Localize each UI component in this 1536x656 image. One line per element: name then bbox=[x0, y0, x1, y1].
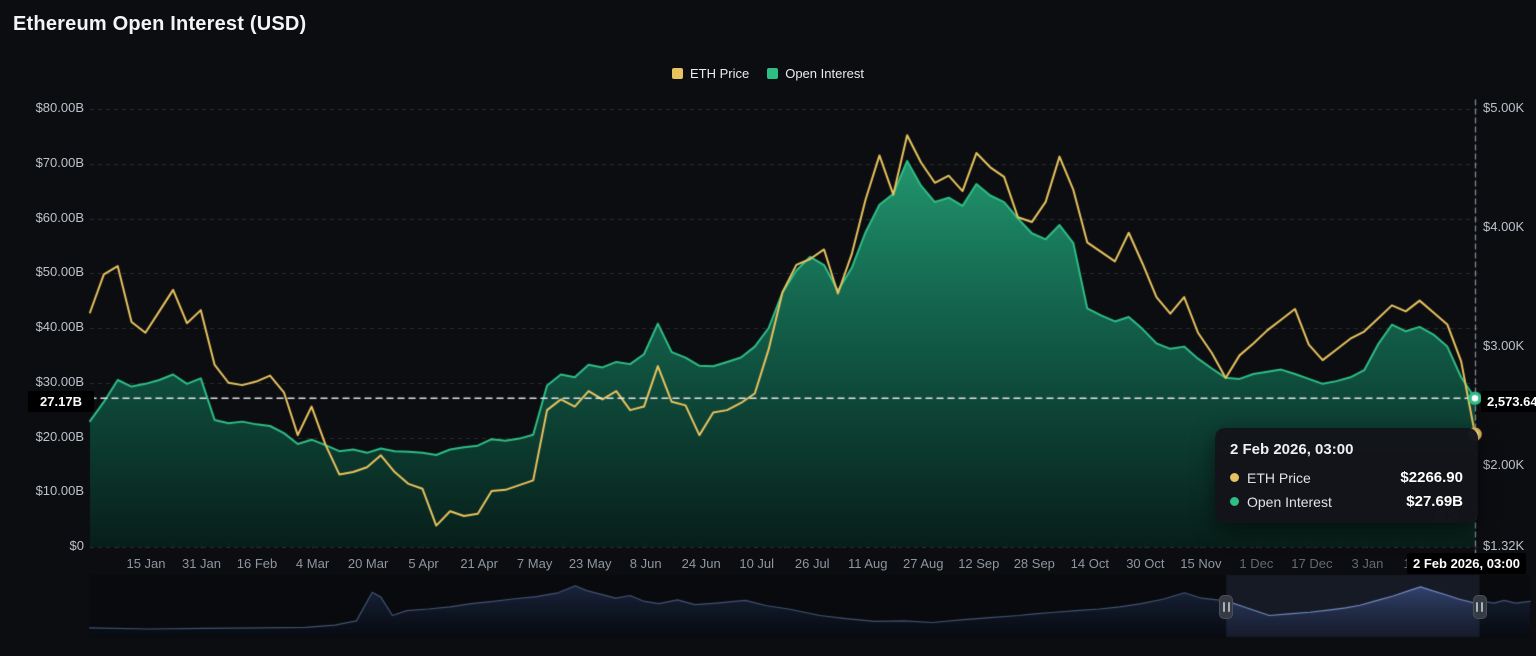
chart-tooltip: 2 Feb 2026, 03:00 ETH Price $2266.90 Ope… bbox=[1215, 428, 1478, 523]
y-axis-label-left: $80.00B bbox=[4, 100, 84, 115]
legend-label: Open Interest bbox=[785, 66, 864, 81]
tooltip-label: ETH Price bbox=[1247, 470, 1311, 486]
handle-grip-icon bbox=[1228, 602, 1230, 612]
tooltip-timestamp: 2 Feb 2026, 03:00 bbox=[1230, 441, 1463, 458]
y-axis-label-left: $0 bbox=[4, 538, 84, 553]
navigator-left-handle[interactable] bbox=[1219, 595, 1233, 619]
oi-current-value-badge: 27.17B bbox=[28, 391, 94, 412]
page-title: Ethereum Open Interest (USD) bbox=[13, 13, 306, 36]
legend-label: ETH Price bbox=[690, 66, 749, 81]
y-axis-label-right: $1.32K bbox=[1483, 538, 1535, 553]
y-axis-label-left: $40.00B bbox=[4, 319, 84, 334]
y-axis-label-left: $70.00B bbox=[4, 155, 84, 170]
legend-item-open-interest[interactable]: Open Interest bbox=[767, 66, 864, 81]
y-axis-label-left: $20.00B bbox=[4, 429, 84, 444]
y-axis-label-left: $50.00B bbox=[4, 264, 84, 279]
tooltip-label: Open Interest bbox=[1247, 494, 1332, 510]
y-axis-label-right: $5.00K bbox=[1483, 100, 1535, 115]
tooltip-value: $27.69B bbox=[1406, 493, 1463, 510]
handle-grip-icon bbox=[1223, 602, 1225, 612]
y-axis-label-left: $30.00B bbox=[4, 374, 84, 389]
legend-swatch-icon bbox=[767, 68, 778, 79]
handle-grip-icon bbox=[1476, 602, 1478, 612]
navigator-right-handle[interactable] bbox=[1473, 595, 1487, 619]
chart-legend: ETH Price Open Interest bbox=[0, 66, 1536, 81]
crosshair-time-badge: 2 Feb 2026, 03:00 bbox=[1407, 553, 1526, 574]
tooltip-row-eth-price: ETH Price $2266.90 bbox=[1230, 469, 1463, 486]
y-axis-label-right: $4.00K bbox=[1483, 219, 1535, 234]
tooltip-row-open-interest: Open Interest $27.69B bbox=[1230, 493, 1463, 510]
legend-swatch-icon bbox=[672, 68, 683, 79]
handle-grip-icon bbox=[1481, 602, 1483, 612]
y-axis-label-left: $10.00B bbox=[4, 483, 84, 498]
eth-price-dot-icon bbox=[1230, 473, 1239, 482]
price-axis-readout-badge: 2,573.64 bbox=[1481, 391, 1536, 412]
legend-item-eth-price[interactable]: ETH Price bbox=[672, 66, 749, 81]
open-interest-dot-icon bbox=[1230, 497, 1239, 506]
y-axis-label-left: $60.00B bbox=[4, 210, 84, 225]
y-axis-label-right: $3.00K bbox=[1483, 338, 1535, 353]
tooltip-value: $2266.90 bbox=[1400, 469, 1463, 486]
y-axis-label-right: $2.00K bbox=[1483, 457, 1535, 472]
